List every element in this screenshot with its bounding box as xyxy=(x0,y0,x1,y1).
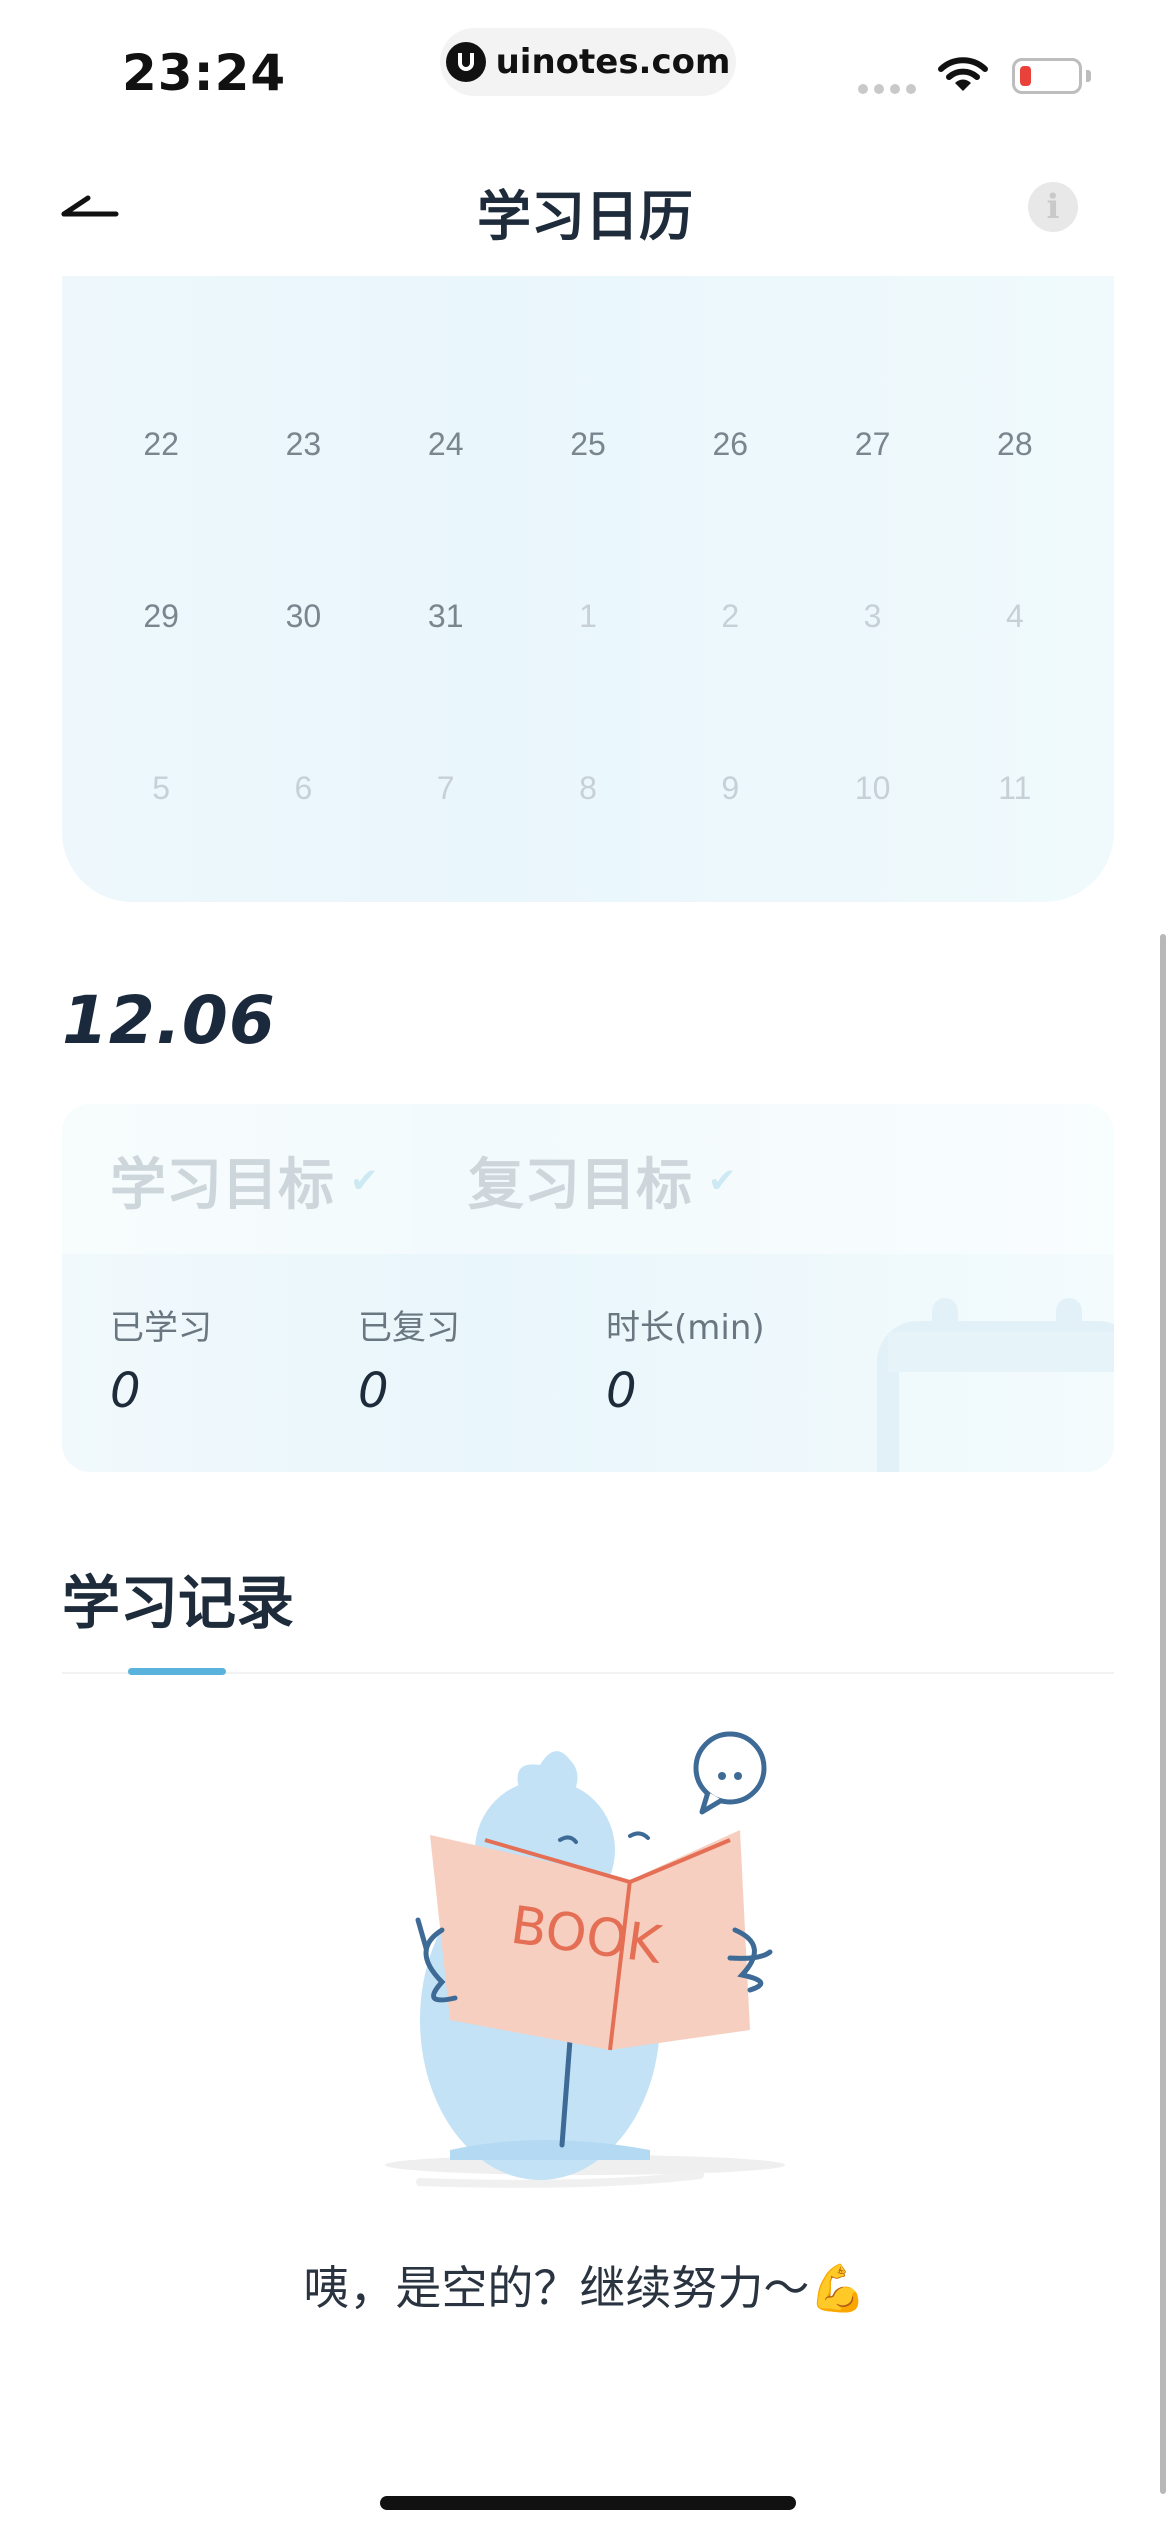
calendar-deco-icon xyxy=(870,1292,1114,1472)
calendar-day[interactable]: 20 xyxy=(801,276,943,296)
signal-icon xyxy=(858,84,916,94)
review-goal-label: 复习目标 xyxy=(468,1153,692,1218)
calendar-day[interactable]: 10 xyxy=(801,770,943,830)
calendar-day[interactable]: 28 xyxy=(944,426,1086,486)
calendar-day[interactable]: 16 xyxy=(232,276,374,296)
calendar-day[interactable]: 31 xyxy=(375,598,517,658)
stat-learned: 已学习 0 xyxy=(110,1300,212,1419)
stat-label: 已学习 xyxy=(110,1308,212,1348)
calendar-day[interactable]: 11 xyxy=(944,770,1086,830)
calendar-week: 22 23 24 25 26 27 28 xyxy=(62,426,1114,486)
calendar-day[interactable]: 21 xyxy=(944,276,1086,296)
info-button[interactable]: i xyxy=(1028,182,1078,232)
calendar-day[interactable]: 23 xyxy=(232,426,374,486)
calendar-day[interactable]: 3 xyxy=(801,598,943,658)
stat-duration: 时长(min) 0 xyxy=(606,1300,765,1419)
calendar-day[interactable]: 30 xyxy=(232,598,374,658)
calendar-week: 15 16 17 18 19 20 21 xyxy=(62,276,1114,296)
calendar-day[interactable]: 27 xyxy=(801,426,943,486)
check-icon: ✔ xyxy=(708,1160,737,1201)
calendar-day[interactable]: 24 xyxy=(375,426,517,486)
stat-reviewed: 已复习 0 xyxy=(358,1300,460,1419)
calendar-grid: 15 16 17 18 19 20 21 22 23 24 25 26 27 2… xyxy=(62,276,1114,902)
wifi-icon xyxy=(938,56,988,98)
study-goal-tab[interactable]: 学习目标 ✔ xyxy=(110,1140,379,1221)
calendar-day[interactable]: 5 xyxy=(90,770,232,830)
calendar-week: 5 6 7 8 9 10 11 xyxy=(62,770,1114,830)
calendar-day[interactable]: 4 xyxy=(944,598,1086,658)
calendar-day[interactable]: 29 xyxy=(90,598,232,658)
empty-state-message: 咦，是空的？继续努力～💪 xyxy=(303,2261,867,2315)
calendar-day[interactable]: 26 xyxy=(659,426,801,486)
site-logo-icon xyxy=(445,42,486,82)
info-icon: i xyxy=(1046,187,1060,227)
daily-summary-card: 学习目标 ✔ 复习目标 ✔ 已学习 0 已复习 0 时长(min) 0 xyxy=(62,1104,1114,1472)
records-title[interactable]: 学习记录 xyxy=(62,1556,294,1640)
tab-indicator xyxy=(128,1668,226,1675)
home-indicator[interactable] xyxy=(380,2496,796,2510)
calendar-day[interactable]: 1 xyxy=(517,598,659,658)
calendar-day[interactable]: 17 xyxy=(375,276,517,296)
calendar-day[interactable]: 15 xyxy=(90,276,232,296)
empty-state-illustration: BOOK xyxy=(330,1720,840,2224)
calendar-day[interactable]: 18 xyxy=(517,276,659,296)
battery-icon xyxy=(1012,58,1082,94)
stat-value: 0 xyxy=(606,1363,637,1419)
calendar-day[interactable]: 7 xyxy=(375,770,517,830)
selected-date: 12.06 xyxy=(62,982,276,1059)
stat-label: 时长(min) xyxy=(606,1308,765,1348)
battery-level xyxy=(1020,66,1031,86)
battery-tip xyxy=(1086,70,1091,82)
calendar-day[interactable]: 22 xyxy=(90,426,232,486)
url-pill[interactable]: uinotes.com xyxy=(440,28,736,96)
calendar-day[interactable]: 8 xyxy=(517,770,659,830)
url-text: uinotes.com xyxy=(495,42,731,82)
calendar-day[interactable]: 25 xyxy=(517,426,659,486)
review-goal-tab[interactable]: 复习目标 ✔ xyxy=(468,1140,737,1221)
check-icon: ✔ xyxy=(350,1160,379,1201)
calendar-day[interactable]: 19 xyxy=(659,276,801,296)
status-time: 23:24 xyxy=(122,44,287,102)
calendar-week: 29 30 31 1 2 3 4 xyxy=(62,598,1114,658)
calendar-day[interactable]: 6 xyxy=(232,770,374,830)
calendar-day[interactable]: 2 xyxy=(659,598,801,658)
page-title: 学习日历 xyxy=(477,185,693,248)
stat-label: 已复习 xyxy=(358,1308,460,1348)
study-goal-label: 学习目标 xyxy=(110,1153,334,1218)
stat-value: 0 xyxy=(358,1363,389,1419)
calendar-day[interactable]: 9 xyxy=(659,770,801,830)
stat-value: 0 xyxy=(110,1363,141,1419)
